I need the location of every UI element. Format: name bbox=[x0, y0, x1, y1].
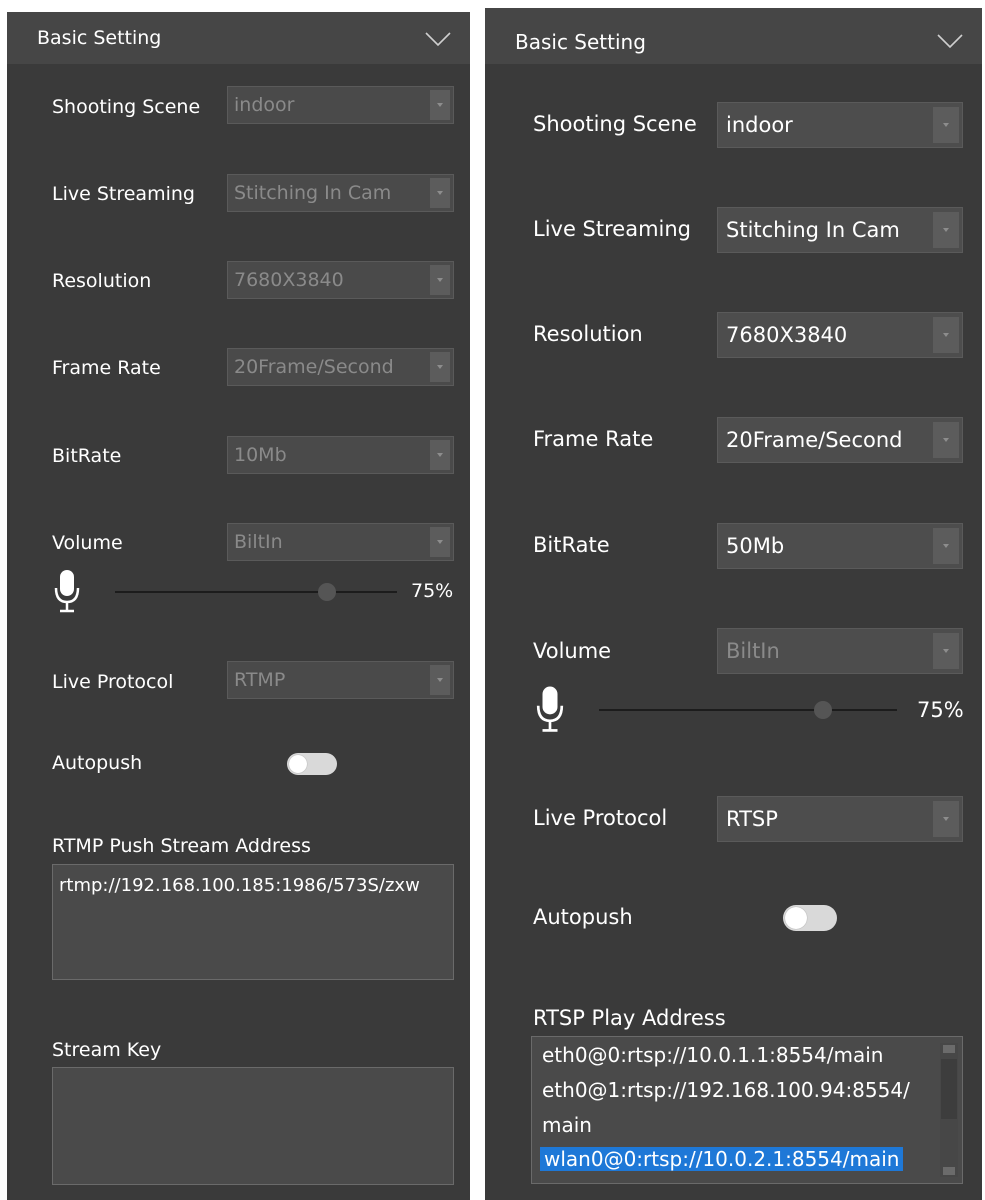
dropdown-arrow-icon[interactable] bbox=[933, 801, 959, 837]
frame-rate-label: Frame Rate bbox=[533, 427, 654, 451]
dropdown-arrow-icon[interactable] bbox=[430, 352, 450, 382]
scroll-down-arrow-icon[interactable] bbox=[943, 1167, 955, 1175]
play-address-line-selected[interactable]: wlan0@0:rtsp://10.0.2.1:8554/main bbox=[540, 1147, 904, 1171]
frame-rate-select[interactable]: 20Frame/Second bbox=[227, 348, 454, 386]
live-protocol-select[interactable]: RTMP bbox=[227, 661, 454, 699]
live-protocol-value: RTSP bbox=[726, 807, 778, 831]
live-streaming-value: Stitching In Cam bbox=[726, 218, 900, 242]
live-protocol-label: Live Protocol bbox=[533, 806, 668, 830]
live-protocol-label: Live Protocol bbox=[52, 671, 174, 693]
frame-rate-value: 20Frame/Second bbox=[726, 428, 903, 452]
live-streaming-select[interactable]: Stitching In Cam bbox=[717, 207, 963, 253]
autopush-label: Autopush bbox=[533, 905, 633, 929]
shooting-scene-value: indoor bbox=[234, 94, 295, 116]
bitrate-value: 10Mb bbox=[234, 444, 287, 466]
volume-level: 75% bbox=[411, 580, 454, 602]
frame-rate-value: 20Frame/Second bbox=[234, 356, 394, 378]
autopush-toggle[interactable] bbox=[287, 753, 337, 775]
volume-source-select[interactable]: BiltIn bbox=[717, 628, 963, 674]
basic-setting-panel-left: Basic Setting Shooting Scene indoor Live… bbox=[7, 12, 470, 1200]
volume-level: 75% bbox=[917, 698, 964, 722]
scroll-up-arrow-icon[interactable] bbox=[943, 1045, 955, 1053]
dropdown-arrow-icon[interactable] bbox=[430, 665, 450, 695]
resolution-select[interactable]: 7680X3840 bbox=[717, 312, 963, 358]
bitrate-value: 50Mb bbox=[726, 534, 785, 558]
dropdown-arrow-icon[interactable] bbox=[933, 317, 959, 353]
shooting-scene-label: Shooting Scene bbox=[533, 112, 697, 136]
live-protocol-value: RTMP bbox=[234, 669, 286, 691]
bitrate-select[interactable]: 50Mb bbox=[717, 523, 963, 569]
live-protocol-select[interactable]: RTSP bbox=[717, 796, 963, 842]
dropdown-arrow-icon[interactable] bbox=[933, 528, 959, 564]
bitrate-label: BitRate bbox=[533, 533, 610, 557]
push-address-value: rtmp://192.168.100.185:1986/573S/zxw bbox=[59, 875, 420, 896]
basic-setting-panel-right: Basic Setting Shooting Scene indoor Live… bbox=[485, 8, 982, 1200]
panel-header[interactable]: Basic Setting bbox=[485, 8, 982, 64]
microphone-icon[interactable] bbox=[535, 684, 565, 734]
play-address-list[interactable]: eth0@0:rtsp://10.0.1.1:8554/main eth0@1:… bbox=[531, 1036, 963, 1184]
volume-source-value: BiltIn bbox=[726, 639, 780, 663]
volume-slider[interactable] bbox=[599, 701, 897, 719]
shooting-scene-label: Shooting Scene bbox=[52, 96, 201, 118]
panel-title: Basic Setting bbox=[37, 27, 162, 49]
panel-title: Basic Setting bbox=[515, 30, 646, 54]
frame-rate-label: Frame Rate bbox=[52, 357, 161, 379]
dropdown-arrow-icon[interactable] bbox=[933, 212, 959, 248]
bitrate-select[interactable]: 10Mb bbox=[227, 436, 454, 474]
resolution-label: Resolution bbox=[533, 322, 643, 346]
stream-key-label: Stream Key bbox=[52, 1039, 162, 1061]
autopush-label: Autopush bbox=[52, 752, 143, 774]
toggle-knob bbox=[785, 907, 807, 929]
volume-label: Volume bbox=[52, 532, 123, 554]
volume-label: Volume bbox=[533, 639, 612, 663]
chevron-down-icon[interactable] bbox=[936, 32, 964, 50]
scroll-thumb[interactable] bbox=[941, 1059, 957, 1119]
frame-rate-select[interactable]: 20Frame/Second bbox=[717, 417, 963, 463]
live-streaming-select[interactable]: Stitching In Cam bbox=[227, 174, 454, 212]
play-address-label: RTSP Play Address bbox=[533, 1006, 726, 1030]
stream-key-input[interactable] bbox=[52, 1067, 454, 1185]
resolution-value: 7680X3840 bbox=[234, 269, 344, 291]
play-address-line[interactable]: main bbox=[542, 1113, 592, 1137]
bitrate-label: BitRate bbox=[52, 445, 122, 467]
play-address-line[interactable]: eth0@1:rtsp://192.168.100.94:8554/ bbox=[542, 1078, 910, 1102]
dropdown-arrow-icon[interactable] bbox=[430, 90, 450, 120]
volume-slider[interactable] bbox=[115, 583, 397, 601]
resolution-label: Resolution bbox=[52, 270, 152, 292]
dropdown-arrow-icon[interactable] bbox=[430, 265, 450, 295]
volume-source-select[interactable]: BiltIn bbox=[227, 523, 454, 561]
toggle-knob bbox=[289, 755, 307, 773]
resolution-value: 7680X3840 bbox=[726, 323, 848, 347]
live-streaming-value: Stitching In Cam bbox=[234, 182, 392, 204]
live-streaming-label: Live Streaming bbox=[52, 183, 195, 205]
scrollbar[interactable] bbox=[940, 1043, 958, 1177]
shooting-scene-select[interactable]: indoor bbox=[717, 102, 963, 148]
microphone-icon[interactable] bbox=[53, 568, 81, 614]
push-address-input[interactable]: rtmp://192.168.100.185:1986/573S/zxw bbox=[52, 864, 454, 980]
live-streaming-label: Live Streaming bbox=[533, 217, 692, 241]
shooting-scene-select[interactable]: indoor bbox=[227, 86, 454, 124]
push-address-label: RTMP Push Stream Address bbox=[52, 835, 311, 857]
shooting-scene-value: indoor bbox=[726, 113, 793, 137]
dropdown-arrow-icon[interactable] bbox=[430, 178, 450, 208]
autopush-toggle[interactable] bbox=[783, 905, 837, 931]
dropdown-arrow-icon[interactable] bbox=[933, 633, 959, 669]
dropdown-arrow-icon[interactable] bbox=[430, 440, 450, 470]
resolution-select[interactable]: 7680X3840 bbox=[227, 261, 454, 299]
play-address-line[interactable]: eth0@0:rtsp://10.0.1.1:8554/main bbox=[542, 1043, 883, 1067]
volume-source-value: BiltIn bbox=[234, 531, 283, 553]
dropdown-arrow-icon[interactable] bbox=[933, 107, 959, 143]
dropdown-arrow-icon[interactable] bbox=[933, 422, 959, 458]
volume-slider-thumb[interactable] bbox=[317, 583, 336, 601]
dropdown-arrow-icon[interactable] bbox=[430, 527, 450, 557]
chevron-down-icon[interactable] bbox=[424, 30, 452, 48]
panel-header[interactable]: Basic Setting bbox=[7, 12, 470, 64]
volume-slider-thumb[interactable] bbox=[813, 701, 832, 719]
